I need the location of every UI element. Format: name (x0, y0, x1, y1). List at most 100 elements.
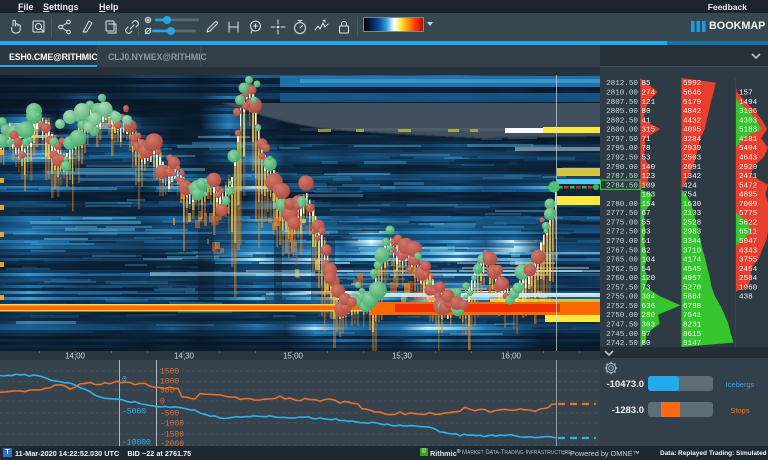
svg-text:0: 0 (122, 376, 127, 385)
svg-text:6798: 6798 (683, 303, 702, 311)
svg-text:4343: 4343 (739, 247, 758, 255)
svg-text:104: 104 (642, 257, 656, 265)
svg-text:80: 80 (642, 108, 652, 116)
svg-text:2800.00: 2800.00 (606, 127, 638, 135)
svg-text:2777.50: 2777.50 (606, 210, 638, 218)
svg-text:4303: 4303 (739, 117, 758, 125)
svg-text:3755: 3755 (739, 257, 758, 265)
svg-text:140: 140 (642, 164, 656, 172)
svg-text:8615: 8615 (683, 331, 702, 339)
svg-text:274: 274 (642, 90, 656, 98)
svg-text:2745.00: 2745.00 (606, 331, 638, 339)
svg-text:1500: 1500 (160, 368, 179, 377)
svg-text:2755.00: 2755.00 (606, 294, 638, 302)
svg-text:4095: 4095 (683, 127, 702, 135)
svg-text:-5000: -5000 (122, 408, 146, 417)
svg-text:2528: 2528 (683, 219, 702, 227)
svg-text:2797.50: 2797.50 (606, 136, 638, 144)
svg-text:2584: 2584 (739, 275, 758, 283)
svg-text:5270: 5270 (683, 284, 702, 292)
svg-text:123: 123 (642, 173, 656, 181)
svg-text:2770.00: 2770.00 (606, 238, 638, 246)
svg-text:2760.00: 2760.00 (606, 275, 638, 283)
svg-text:2802.50: 2802.50 (606, 117, 638, 125)
svg-text:2792.50: 2792.50 (606, 155, 638, 163)
svg-text:-1500: -1500 (160, 431, 184, 440)
svg-text:83: 83 (642, 229, 652, 237)
svg-text:-10000: -10000 (122, 439, 151, 447)
svg-text:4181: 4181 (739, 136, 758, 144)
svg-text:183: 183 (642, 192, 656, 200)
svg-text:-1283.0: -1283.0 (612, 405, 644, 416)
svg-text:424: 424 (683, 182, 697, 190)
svg-text:Stops: Stops (730, 406, 749, 415)
svg-text:4432: 4432 (683, 117, 702, 125)
svg-text:3710: 3710 (683, 247, 702, 255)
svg-text:3106: 3106 (739, 108, 758, 116)
svg-text:2762.50: 2762.50 (606, 266, 638, 274)
svg-text:2795.00: 2795.00 (606, 145, 638, 153)
svg-text:2939: 2939 (683, 145, 702, 153)
svg-text:3284: 3284 (683, 136, 702, 144)
svg-text:82: 82 (642, 247, 652, 255)
svg-text:157: 157 (739, 90, 753, 98)
svg-text:6511: 6511 (739, 229, 758, 237)
svg-text:-1000: -1000 (160, 420, 184, 429)
svg-text:85: 85 (642, 80, 652, 88)
svg-text:1000: 1000 (160, 378, 179, 387)
svg-text:4174: 4174 (683, 257, 702, 265)
svg-text:2133: 2133 (683, 210, 702, 218)
svg-text:4545: 4545 (683, 266, 702, 274)
svg-text:2767.50: 2767.50 (606, 247, 638, 255)
svg-text:2807.50: 2807.50 (606, 99, 638, 107)
svg-text:2780.00: 2780.00 (606, 201, 638, 209)
svg-text:2765.00: 2765.00 (606, 257, 638, 265)
svg-text:55: 55 (642, 219, 652, 227)
svg-text:7009: 7009 (739, 201, 758, 209)
svg-text:2454: 2454 (739, 266, 758, 274)
svg-text:120: 120 (642, 275, 656, 283)
svg-text:5404: 5404 (739, 145, 758, 153)
svg-text:4643: 4643 (739, 155, 758, 163)
svg-text:54: 54 (642, 266, 652, 274)
svg-text:1342: 1342 (683, 173, 702, 181)
svg-text:5188: 5188 (739, 127, 758, 135)
svg-text:-500: -500 (160, 410, 179, 419)
svg-text:304: 304 (642, 294, 656, 302)
svg-text:2983: 2983 (683, 229, 702, 237)
svg-text:2503: 2503 (683, 155, 702, 163)
svg-text:2920: 2920 (739, 164, 758, 172)
svg-text:1494: 1494 (739, 99, 758, 107)
svg-text:4842: 4842 (683, 108, 702, 116)
svg-text:78: 78 (642, 145, 652, 153)
svg-text:5179: 5179 (683, 99, 702, 107)
svg-text:2752.50: 2752.50 (606, 303, 638, 311)
svg-text:5992: 5992 (683, 80, 702, 88)
svg-text:500: 500 (160, 387, 175, 396)
svg-text:8231: 8231 (683, 322, 702, 330)
svg-text:2772.50: 2772.50 (606, 229, 638, 237)
svg-text:2805.00: 2805.00 (606, 108, 638, 116)
svg-text:2812.50: 2812.50 (606, 80, 638, 88)
svg-text:0: 0 (160, 398, 165, 407)
svg-text:5864: 5864 (683, 294, 702, 302)
svg-text:5646: 5646 (683, 90, 702, 98)
svg-text:2471: 2471 (739, 173, 758, 181)
svg-text:71: 71 (642, 136, 652, 144)
svg-text:315: 315 (642, 127, 656, 135)
svg-text:4895: 4895 (739, 192, 758, 200)
svg-text:438: 438 (739, 294, 753, 302)
svg-text:109: 109 (642, 182, 656, 190)
svg-text:280: 280 (642, 312, 656, 320)
svg-text:2790.00: 2790.00 (606, 164, 638, 172)
svg-text:-10473.0: -10473.0 (606, 379, 644, 390)
svg-text:154: 154 (642, 201, 656, 209)
svg-text:2747.50: 2747.50 (606, 322, 638, 330)
svg-text:5622: 5622 (739, 219, 758, 227)
svg-text:2757.50: 2757.50 (606, 284, 638, 292)
svg-text:51: 51 (642, 238, 652, 246)
svg-text:3344: 3344 (683, 238, 702, 246)
svg-text:1960: 1960 (739, 284, 758, 292)
svg-text:73: 73 (642, 284, 652, 292)
svg-text:5472: 5472 (739, 182, 758, 190)
